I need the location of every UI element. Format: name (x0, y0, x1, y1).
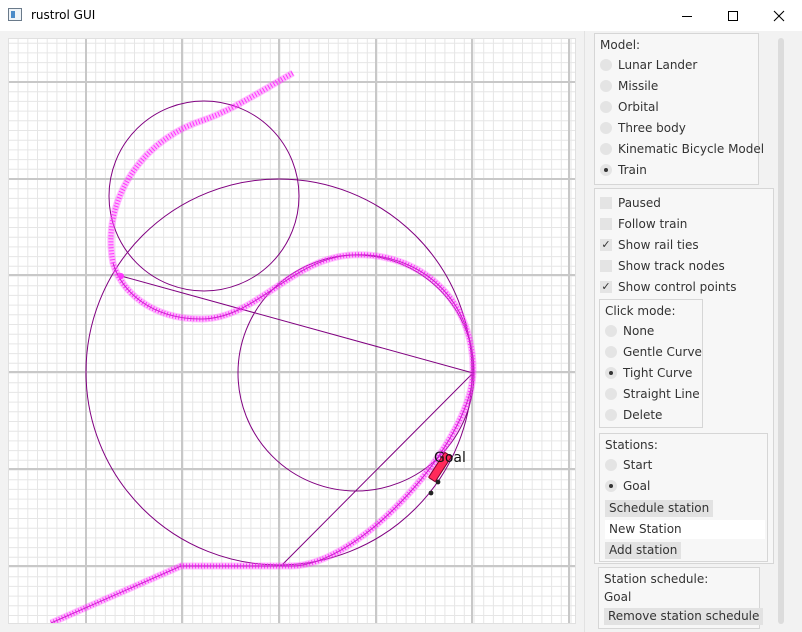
radio-icon[interactable] (605, 409, 617, 421)
close-icon (773, 10, 785, 21)
grid-minor (9, 39, 575, 623)
control-point[interactable] (118, 273, 124, 279)
radio-icon[interactable] (605, 346, 617, 358)
model-option-label: Missile (618, 79, 659, 93)
model-option-label: Three body (618, 121, 686, 135)
add-station-button[interactable]: Add station (605, 542, 682, 559)
checkbox-icon[interactable] (600, 260, 612, 272)
model-title: Model: (600, 38, 641, 52)
radio-icon[interactable] (600, 122, 612, 134)
checkbox-icon[interactable] (600, 218, 612, 230)
minimize-icon (682, 15, 692, 17)
option-checkbox-0[interactable]: Paused (600, 193, 661, 213)
radio-icon[interactable] (605, 325, 617, 337)
checkbox-icon[interactable] (600, 197, 612, 209)
side-scrollbar-thumb[interactable] (778, 38, 784, 624)
option-checkbox-1[interactable]: Follow train (600, 214, 687, 234)
stations-panel: Stations: Start Goal Schedule station New… (599, 433, 768, 562)
schedule-entry: Goal (604, 590, 632, 604)
click-mode-option-label: Straight Line (623, 387, 700, 401)
station-option-0[interactable]: Start (605, 455, 652, 475)
model-option-label: Lunar Lander (618, 58, 698, 72)
station-option-label: Goal (623, 479, 651, 493)
model-option-label: Orbital (618, 100, 659, 114)
minimize-button[interactable] (664, 0, 710, 31)
radio-icon[interactable] (600, 101, 612, 113)
train-wheel (428, 490, 434, 496)
close-button[interactable] (756, 0, 802, 31)
station-option-1[interactable]: Goal (605, 476, 650, 496)
radio-icon[interactable] (600, 59, 612, 71)
model-option-5[interactable]: Train (600, 160, 647, 180)
window-title: rustrol GUI (31, 8, 96, 22)
click-mode-title: Click mode: (605, 304, 676, 318)
radio-icon[interactable] (605, 480, 617, 492)
click-mode-option-label: None (623, 324, 655, 338)
option-checkbox-4[interactable]: ✓ Show control points (600, 277, 736, 297)
option-checkbox-label: Follow train (618, 217, 688, 231)
option-checkbox-3[interactable]: Show track nodes (600, 256, 725, 276)
maximize-button[interactable] (710, 0, 756, 31)
model-option-4[interactable]: Kinematic Bicycle Model (600, 139, 764, 159)
option-checkbox-label: Show control points (618, 280, 737, 294)
station-option-label: Start (623, 458, 653, 472)
new-station-input[interactable]: New Station (605, 520, 765, 539)
model-option-label: Train (618, 163, 647, 177)
click-mode-panel: Click mode: None Gentle Curve Tight Curve S… (599, 299, 703, 428)
rail-track (49, 69, 477, 623)
station-schedule-panel: Station schedule: Goal Remove station sc… (598, 567, 764, 629)
model-option-2[interactable]: Orbital (600, 97, 659, 117)
app-icon (8, 8, 22, 21)
click-mode-option-0[interactable]: None (605, 321, 654, 341)
model-option-3[interactable]: Three body (600, 118, 686, 138)
rail-ties (49, 70, 476, 623)
option-checkbox-label: Paused (618, 196, 661, 210)
checkbox-checked-icon[interactable]: ✓ (600, 281, 612, 293)
station-schedule-title: Station schedule: (604, 572, 709, 586)
option-checkbox-2[interactable]: ✓ Show rail ties (600, 235, 699, 255)
options-panel: Paused Follow train ✓ Show rail ties Show tr… (594, 188, 774, 564)
radio-icon[interactable] (600, 164, 612, 176)
track-view[interactable]: Goal (9, 39, 576, 624)
click-mode-option-2[interactable]: Tight Curve (605, 363, 692, 383)
remove-station-schedule-button[interactable]: Remove station schedule (604, 608, 764, 625)
click-mode-option-1[interactable]: Gentle Curve (605, 342, 702, 362)
checkbox-checked-icon[interactable]: ✓ (600, 239, 612, 251)
schedule-station-button[interactable]: Schedule station (605, 500, 714, 517)
maximize-icon (728, 10, 738, 21)
track-canvas[interactable]: Goal (8, 38, 576, 624)
click-mode-option-label: Tight Curve (623, 366, 693, 380)
title-bar: rustrol GUI (0, 0, 802, 31)
radio-icon[interactable] (600, 143, 612, 155)
train-wheel (435, 479, 441, 485)
panel-separator (584, 31, 585, 632)
model-option-1[interactable]: Missile (600, 76, 658, 96)
radio-icon[interactable] (605, 459, 617, 471)
radio-icon[interactable] (605, 367, 617, 379)
radio-icon[interactable] (605, 388, 617, 400)
click-mode-option-label: Gentle Curve (623, 345, 702, 359)
model-option-0[interactable]: Lunar Lander (600, 55, 697, 75)
option-checkbox-label: Show track nodes (618, 259, 725, 273)
model-option-label: Kinematic Bicycle Model (618, 142, 765, 156)
stations-title: Stations: (605, 438, 658, 452)
model-panel: Model: Lunar Lander Missile Orbital Three b… (594, 33, 764, 185)
click-mode-option-4[interactable]: Delete (605, 405, 662, 425)
option-checkbox-label: Show rail ties (618, 238, 699, 252)
station-goal-label: Goal (434, 450, 466, 466)
click-mode-option-label: Delete (623, 408, 663, 422)
click-mode-option-3[interactable]: Straight Line (605, 384, 700, 404)
grid-major (9, 39, 575, 623)
track-bed (49, 69, 477, 623)
radio-icon[interactable] (600, 80, 612, 92)
